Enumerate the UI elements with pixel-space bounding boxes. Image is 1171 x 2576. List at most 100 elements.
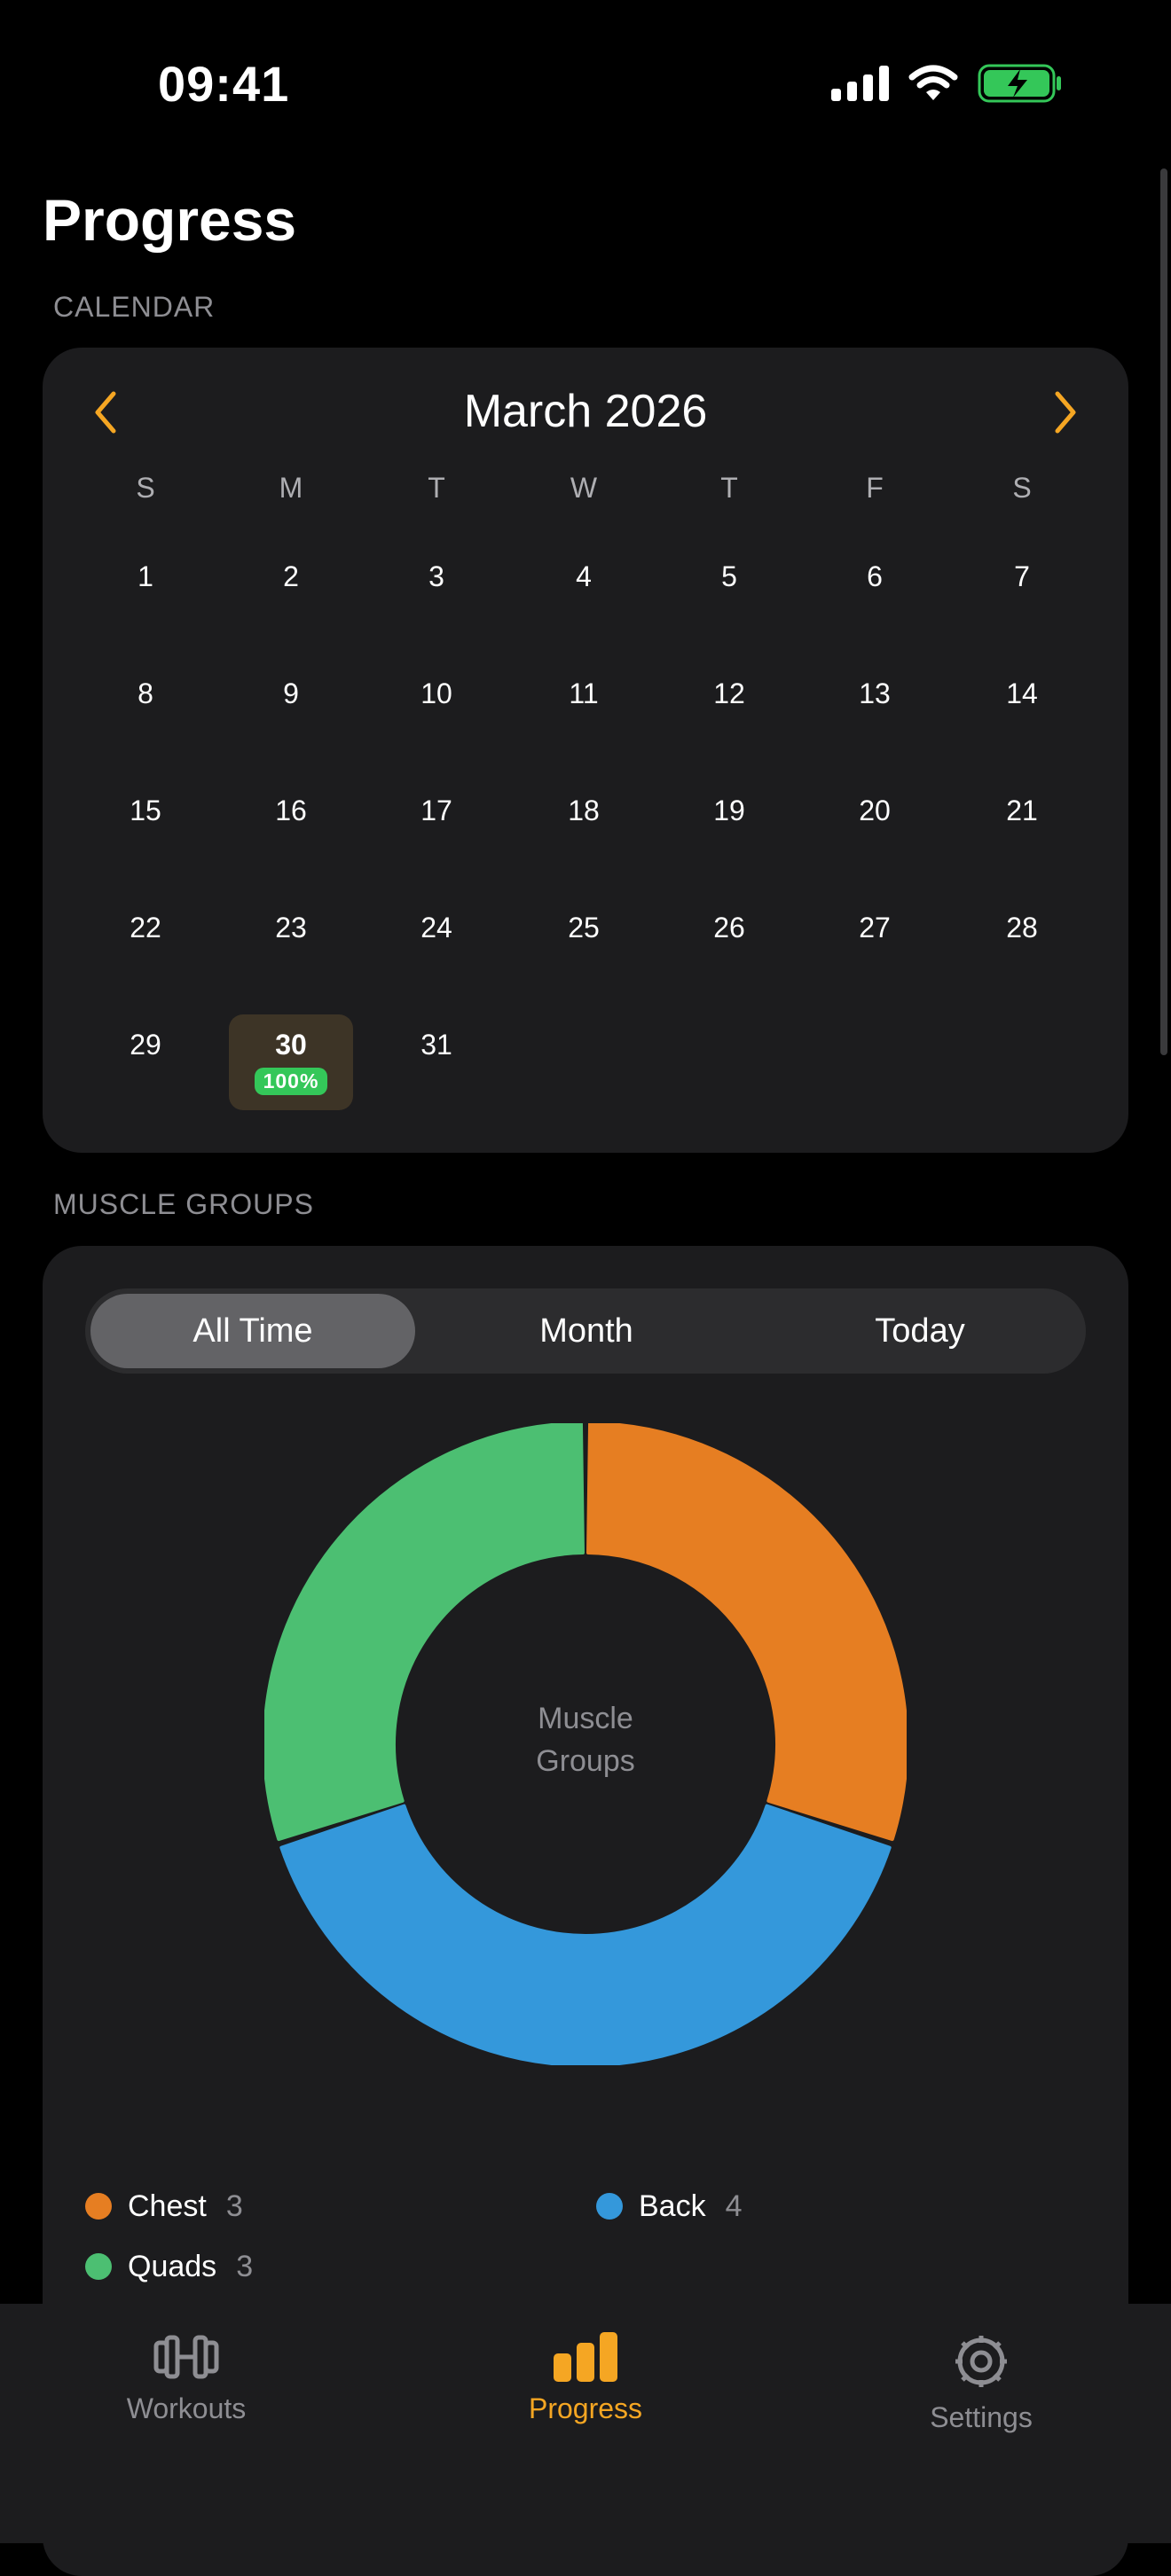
segment-all-time[interactable]: All Time	[90, 1294, 415, 1368]
page-title: Progress	[43, 187, 297, 253]
calendar-day[interactable]: 5	[667, 546, 791, 642]
completion-badge: 100%	[254, 1068, 328, 1095]
calendar-day-number: 18	[568, 795, 600, 826]
calendar-day[interactable]: 11	[522, 663, 646, 759]
calendar-day-selected[interactable]: 30 100%	[229, 1014, 353, 1110]
calendar-day[interactable]: 8	[83, 663, 208, 759]
calendar-day-number: 27	[859, 912, 891, 943]
tab-label: Settings	[930, 2401, 1033, 2433]
gear-icon	[848, 2330, 1114, 2392]
calendar-day-number: 20	[859, 795, 891, 826]
calendar-day-number: 24	[420, 912, 452, 943]
segment-today[interactable]: Today	[758, 1294, 1082, 1368]
calendar-day[interactable]: 27	[813, 897, 937, 993]
calendar-day[interactable]: 16	[229, 780, 353, 876]
weekday-label: T	[720, 472, 738, 504]
next-month-button[interactable]	[1043, 388, 1088, 436]
donut-center-label-line2: Groups	[536, 1744, 635, 1778]
tab-label: Progress	[528, 2392, 643, 2424]
calendar-day[interactable]: 28	[960, 897, 1084, 993]
calendar-day[interactable]: 18	[522, 780, 646, 876]
calendar-day[interactable]: 25	[522, 897, 646, 993]
calendar-day-number: 3	[428, 560, 444, 592]
calendar-header: March 2026	[43, 385, 1128, 438]
donut-slice-quads[interactable]	[264, 1423, 585, 1842]
calendar-day-number: 23	[275, 912, 307, 943]
calendar-day[interactable]: 29	[83, 1014, 208, 1110]
muscle-groups-section-label: MUSCLE GROUPS	[53, 1188, 314, 1220]
chevron-left-icon	[95, 391, 116, 434]
calendar-day[interactable]: 12	[667, 663, 791, 759]
tab-settings[interactable]: Settings	[848, 2330, 1114, 2434]
calendar-day-number: 12	[713, 677, 745, 709]
calendar-day-number: 25	[568, 912, 600, 943]
tab-workouts[interactable]: Workouts	[53, 2330, 319, 2425]
weekday-label: S	[136, 472, 155, 504]
legend-item-back: Back 4	[596, 2186, 743, 2227]
status-time: 09:41	[158, 56, 290, 112]
calendar-day[interactable]: 23	[229, 897, 353, 993]
calendar-card: March 2026 SMTWTFS 1 2 3 4 5 6 7 8 9 10 11 12 13 14 15…	[43, 348, 1128, 1153]
scroll-indicator[interactable]	[1160, 168, 1167, 1055]
tab-label: Workouts	[126, 2392, 247, 2424]
calendar-day[interactable]: 10	[374, 663, 499, 759]
calendar-day-number: 1	[138, 560, 153, 592]
calendar-day[interactable]: 14	[960, 663, 1084, 759]
calendar-day[interactable]: 24	[374, 897, 499, 993]
status-icons	[831, 64, 1063, 103]
calendar-day[interactable]: 20	[813, 780, 937, 876]
signal-icon	[831, 66, 889, 101]
calendar-day-number: 31	[420, 1029, 452, 1061]
calendar-day-number: 2	[283, 560, 299, 592]
calendar-day[interactable]: 7	[960, 546, 1084, 642]
chevron-right-icon	[1055, 391, 1076, 434]
tab-progress[interactable]: Progress	[452, 2330, 719, 2425]
legend-color-dot	[85, 2193, 112, 2220]
calendar-day[interactable]: 3	[374, 546, 499, 642]
dumbbell-icon	[53, 2330, 319, 2384]
calendar-day[interactable]: 13	[813, 663, 937, 759]
calendar-day-number: 11	[569, 677, 599, 709]
calendar-day[interactable]: 15	[83, 780, 208, 876]
calendar-section-label: CALENDAR	[53, 291, 216, 323]
legend-count: 3	[236, 2249, 254, 2283]
calendar-day-number: 14	[1006, 677, 1038, 709]
tab-bar: Workouts Progress Settings	[0, 2304, 1171, 2543]
calendar-day[interactable]: 19	[667, 780, 791, 876]
weekday-label: F	[866, 472, 884, 504]
calendar-day[interactable]: 31	[374, 1014, 499, 1110]
calendar-day[interactable]: 17	[374, 780, 499, 876]
calendar-day-number: 6	[867, 560, 883, 592]
legend-label: Quads	[128, 2249, 217, 2283]
donut-center-label-line1: Muscle	[538, 1702, 633, 1735]
previous-month-button[interactable]	[83, 388, 128, 436]
calendar-day-number: 29	[130, 1029, 161, 1061]
legend-count: 3	[225, 2188, 243, 2223]
calendar-day[interactable]: 22	[83, 897, 208, 993]
calendar-day[interactable]: 21	[960, 780, 1084, 876]
donut-slice-back[interactable]	[279, 1804, 892, 2065]
legend-color-dot	[596, 2193, 623, 2220]
muscle-groups-donut-chart: Muscle Groups	[264, 1423, 907, 2065]
legend-item-quads: Quads 3	[85, 2246, 253, 2287]
legend-label: Chest	[128, 2188, 207, 2223]
calendar-day-number: 15	[130, 795, 161, 826]
donut-slice-chest[interactable]	[586, 1423, 907, 1842]
calendar-day[interactable]: 2	[229, 546, 353, 642]
calendar-day[interactable]: 1	[83, 546, 208, 642]
legend-color-dot	[85, 2253, 112, 2280]
calendar-day-number: 5	[721, 560, 737, 592]
weekday-label: W	[570, 472, 598, 504]
segment-month[interactable]: Month	[424, 1294, 749, 1368]
calendar-day[interactable]: 6	[813, 546, 937, 642]
calendar-day-number: 10	[420, 677, 452, 709]
calendar-day-number: 28	[1006, 912, 1038, 943]
calendar-day-number: 16	[275, 795, 307, 826]
calendar-day-number: 4	[576, 560, 592, 592]
calendar-day-number: 9	[283, 677, 299, 709]
calendar-day[interactable]: 26	[667, 897, 791, 993]
bar-chart-icon	[452, 2330, 719, 2384]
calendar-day[interactable]: 4	[522, 546, 646, 642]
legend-count: 4	[725, 2188, 743, 2223]
calendar-day[interactable]: 9	[229, 663, 353, 759]
